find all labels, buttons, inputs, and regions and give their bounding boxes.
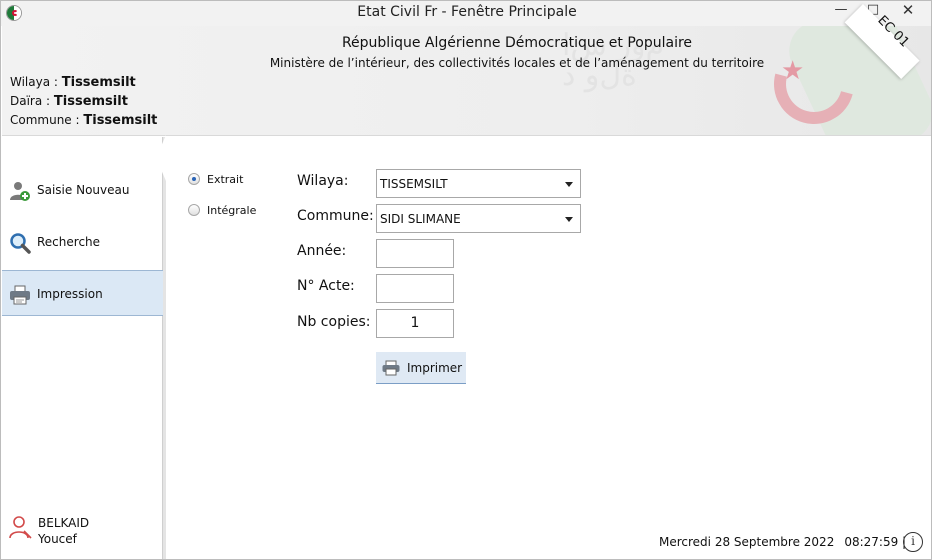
commune-label: Commune: — [297, 208, 374, 224]
wilaya-select[interactable]: TISSEMSILT — [376, 169, 581, 198]
commune-info-value: Tissemsilt — [83, 113, 158, 128]
commune-info-label: Commune : — [10, 113, 84, 127]
user-first-line: BELKAID — [38, 516, 90, 530]
wilaya-info-label: Wilaya : — [10, 75, 62, 89]
search-icon — [10, 233, 31, 254]
user-second-line: Youcef — [38, 532, 77, 546]
commune-info: Commune : Tissemsilt — [10, 113, 157, 128]
printer-icon — [10, 285, 30, 305]
wilaya-select-value: TISSEMSILT — [380, 177, 448, 191]
header-banner: ﻡﻭﺭ ﺱﺍ ﺓﻝﻭ ﺩ ★ République Algérienne Démo… — [2, 26, 931, 136]
sidebar: Saisie Nouveau Recherche Impression BELK… — [2, 137, 166, 559]
daira-info-label: Daïra : — [10, 94, 54, 108]
integrale-label[interactable]: Intégrale — [207, 204, 256, 217]
acte-label: N° Acte: — [297, 278, 355, 294]
sidebar-item-label: Impression — [37, 287, 103, 301]
info-icon[interactable]: i — [903, 532, 923, 552]
title-bar[interactable]: Etat Civil Fr - Fenêtre Principale — □ ✕ — [1, 1, 931, 26]
active-nav-indicator — [156, 135, 166, 181]
extrait-label[interactable]: Extrait — [207, 173, 243, 186]
chevron-down-icon[interactable] — [565, 182, 573, 187]
user-name: BELKAID Youcef — [38, 515, 89, 547]
annee-input[interactable] — [376, 239, 454, 268]
ministry-subtitle: Ministère de l’intérieur, des collectivi… — [269, 56, 765, 70]
sidebar-item-impression[interactable]: Impression — [2, 270, 163, 316]
status-time: 08:27:59 | — [844, 535, 907, 549]
add-user-icon — [10, 182, 30, 201]
user-icon[interactable] — [9, 515, 33, 539]
wilaya-label: Wilaya: — [297, 173, 349, 189]
chevron-down-icon[interactable] — [565, 217, 573, 222]
annee-label: Année: — [297, 243, 347, 259]
close-button[interactable]: ✕ — [894, 1, 922, 21]
print-button-label: Imprimer — [407, 361, 463, 375]
main-window: Etat Civil Fr - Fenêtre Principale — □ ✕… — [0, 0, 932, 560]
status-date: Mercredi 28 Septembre 2022 — [659, 535, 835, 549]
copies-input[interactable]: 1 — [376, 309, 454, 338]
acte-input[interactable] — [376, 274, 454, 303]
sidebar-item-label: Saisie Nouveau — [37, 183, 130, 197]
status-bar: Mercredi 28 Septembre 2022 08:27:59 | — [659, 535, 906, 549]
daira-info: Daïra : Tissemsilt — [10, 94, 128, 109]
sidebar-item-label: Recherche — [37, 235, 101, 249]
printer-icon — [382, 360, 400, 376]
integrale-radio[interactable] — [188, 204, 200, 216]
republic-title: République Algérienne Démocratique et Po… — [341, 35, 693, 51]
sidebar-item-saisie-nouveau[interactable]: Saisie Nouveau — [2, 167, 163, 213]
print-button[interactable]: Imprimer — [376, 352, 466, 384]
wilaya-info-value: Tissemsilt — [61, 75, 136, 90]
extrait-radio[interactable] — [188, 173, 200, 185]
wilaya-info: Wilaya : Tissemsilt — [10, 75, 136, 90]
copies-label: Nb copies: — [297, 314, 371, 330]
commune-select-value: SIDI SLIMANE — [380, 212, 461, 226]
daira-info-value: Tissemsilt — [53, 94, 128, 109]
commune-select[interactable]: SIDI SLIMANE — [376, 204, 581, 233]
sidebar-item-recherche[interactable]: Recherche — [2, 219, 163, 265]
window-title: Etat Civil Fr - Fenêtre Principale — [357, 4, 577, 20]
